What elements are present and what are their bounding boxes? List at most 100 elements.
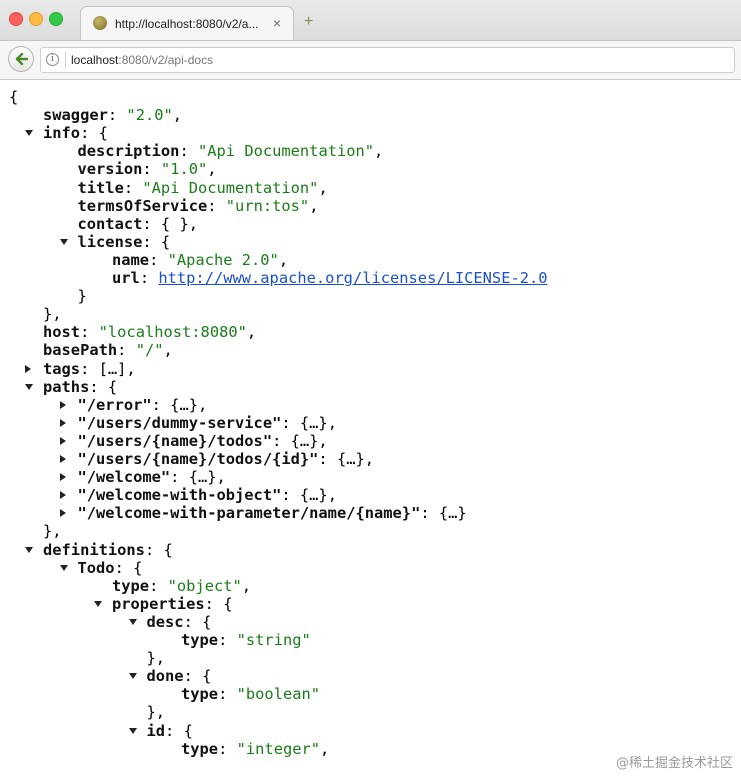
expand-triangle-icon[interactable] bbox=[59, 509, 66, 518]
json-key: definitions bbox=[43, 540, 145, 559]
json-punctuation: : bbox=[142, 160, 161, 179]
collapse-triangle-icon[interactable] bbox=[59, 238, 68, 245]
json-line: }, bbox=[147, 703, 166, 721]
json-key: type bbox=[181, 631, 219, 649]
json-line: host: "localhost:8080", bbox=[43, 323, 256, 341]
json-punctuation: , bbox=[241, 576, 252, 595]
json-line: termsOfService: "urn:tos", bbox=[78, 197, 319, 215]
tab-title: http://localhost:8080/v2/a... bbox=[115, 17, 259, 31]
json-line: "/welcome": {…}, bbox=[59, 468, 226, 486]
json-key: name bbox=[112, 250, 150, 269]
json-punctuation: : bbox=[149, 576, 168, 595]
json-punctuation: : bbox=[207, 196, 226, 215]
json-line: version: "1.0", bbox=[78, 160, 217, 178]
json-punctuation: : {…}, bbox=[151, 395, 208, 414]
collapse-triangle-icon[interactable] bbox=[128, 727, 137, 734]
json-key: termsOfService bbox=[77, 196, 208, 215]
json-key: swagger bbox=[43, 106, 108, 125]
json-punctuation: : { bbox=[204, 594, 233, 613]
collapse-triangle-icon[interactable] bbox=[25, 383, 33, 390]
json-line: type: "integer", bbox=[181, 740, 329, 758]
json-string-value: "urn:tos" bbox=[225, 196, 310, 215]
navigation-bar: i localhost:8080/v2/api-docs bbox=[0, 41, 741, 80]
json-string-value: "Api Documentation" bbox=[197, 142, 375, 161]
json-string-value: "Api Documentation" bbox=[142, 178, 319, 197]
expand-triangle-icon[interactable] bbox=[59, 400, 66, 409]
json-punctuation: : […], bbox=[80, 359, 136, 378]
json-line: }, bbox=[43, 522, 62, 540]
new-tab-button[interactable]: + bbox=[304, 14, 313, 30]
json-line: url: http://www.apache.org/licenses/LICE… bbox=[112, 269, 548, 287]
site-info-icon[interactable]: i bbox=[46, 53, 59, 66]
json-punctuation: : { bbox=[183, 612, 212, 631]
json-line: "/welcome-with-object": {…}, bbox=[59, 486, 337, 505]
json-punctuation: : { }, bbox=[142, 214, 198, 233]
expand-triangle-icon[interactable] bbox=[59, 436, 66, 445]
json-key: "/welcome-with-parameter/name/{name}" bbox=[77, 504, 421, 523]
minimize-window-button[interactable] bbox=[29, 12, 43, 26]
json-line: id: { bbox=[128, 721, 193, 740]
json-key: type bbox=[181, 685, 219, 704]
json-key: done bbox=[146, 667, 184, 686]
expand-triangle-icon[interactable] bbox=[59, 473, 66, 482]
json-punctuation: : { bbox=[165, 721, 193, 740]
json-string-value: "2.0" bbox=[126, 106, 173, 125]
tab-close-icon[interactable]: × bbox=[273, 15, 281, 31]
url-divider bbox=[65, 52, 66, 68]
json-punctuation: : {…}, bbox=[281, 486, 337, 505]
expand-triangle-icon[interactable] bbox=[25, 364, 31, 373]
json-key: "/users/{name}/todos" bbox=[77, 431, 273, 450]
json-punctuation: : { bbox=[144, 540, 173, 559]
json-viewer: {swagger: "2.0", info: {description: "Api… bbox=[0, 79, 741, 777]
json-string-value: "Apache 2.0" bbox=[167, 250, 279, 269]
url-text[interactable]: localhost:8080/v2/api-docs bbox=[71, 53, 213, 67]
window-titlebar: http://localhost:8080/v2/a... × + bbox=[0, 0, 741, 41]
json-key: id bbox=[146, 721, 166, 740]
json-url-link[interactable]: http://www.apache.org/licenses/LICENSE-2… bbox=[158, 269, 547, 287]
back-button[interactable] bbox=[8, 46, 34, 72]
expand-triangle-icon[interactable] bbox=[59, 418, 66, 427]
json-key: desc bbox=[146, 612, 184, 631]
json-punctuation: : bbox=[179, 142, 198, 161]
json-punctuation: : {…}, bbox=[318, 450, 375, 468]
json-line: contact: { }, bbox=[78, 215, 198, 233]
json-punctuation: : bbox=[139, 269, 159, 287]
expand-triangle-icon[interactable] bbox=[59, 491, 66, 500]
json-line: type: "boolean" bbox=[181, 685, 320, 703]
json-punctuation: }, bbox=[43, 522, 62, 541]
json-key: type bbox=[112, 576, 150, 595]
collapse-triangle-icon[interactable] bbox=[128, 618, 137, 625]
collapse-triangle-icon[interactable] bbox=[59, 564, 68, 571]
json-string-value: "boolean" bbox=[236, 685, 321, 704]
json-key: "/error" bbox=[77, 395, 152, 414]
json-string-value: "localhost:8080" bbox=[98, 323, 247, 342]
json-punctuation: , bbox=[374, 142, 384, 161]
collapse-triangle-icon[interactable] bbox=[25, 546, 33, 553]
watermark: @稀土掘金技术社区 bbox=[615, 752, 733, 771]
json-punctuation: } bbox=[77, 287, 87, 306]
collapse-triangle-icon[interactable] bbox=[128, 673, 137, 680]
json-key: "/users/dummy-service" bbox=[77, 413, 282, 432]
json-line: paths: { bbox=[25, 378, 117, 396]
json-key: basePath bbox=[43, 341, 118, 360]
json-key: url bbox=[112, 269, 140, 287]
json-punctuation: : bbox=[218, 631, 237, 649]
json-punctuation: }, bbox=[146, 649, 166, 668]
json-punctuation: : bbox=[218, 685, 237, 704]
json-key: title bbox=[77, 178, 124, 197]
json-punctuation: : bbox=[123, 178, 143, 197]
json-string-value: "1.0" bbox=[160, 160, 208, 179]
browser-tab[interactable]: http://localhost:8080/v2/a... × bbox=[80, 6, 294, 40]
url-path: :8080/v2/api-docs bbox=[118, 53, 214, 67]
collapse-triangle-icon[interactable] bbox=[94, 600, 102, 607]
json-line: "/error": {…}, bbox=[59, 395, 208, 414]
json-line: "/users/{name}/todos/{id}": {…}, bbox=[59, 450, 375, 468]
json-line: "/users/dummy-service": {…}, bbox=[59, 413, 337, 432]
address-bar[interactable]: i localhost:8080/v2/api-docs bbox=[40, 47, 735, 73]
json-line: title: "Api Documentation", bbox=[78, 179, 328, 197]
collapse-triangle-icon[interactable] bbox=[25, 130, 33, 137]
json-punctuation: : {…} bbox=[420, 504, 467, 523]
close-window-button[interactable] bbox=[9, 12, 23, 26]
expand-triangle-icon[interactable] bbox=[59, 455, 66, 463]
zoom-window-button[interactable] bbox=[49, 12, 63, 26]
